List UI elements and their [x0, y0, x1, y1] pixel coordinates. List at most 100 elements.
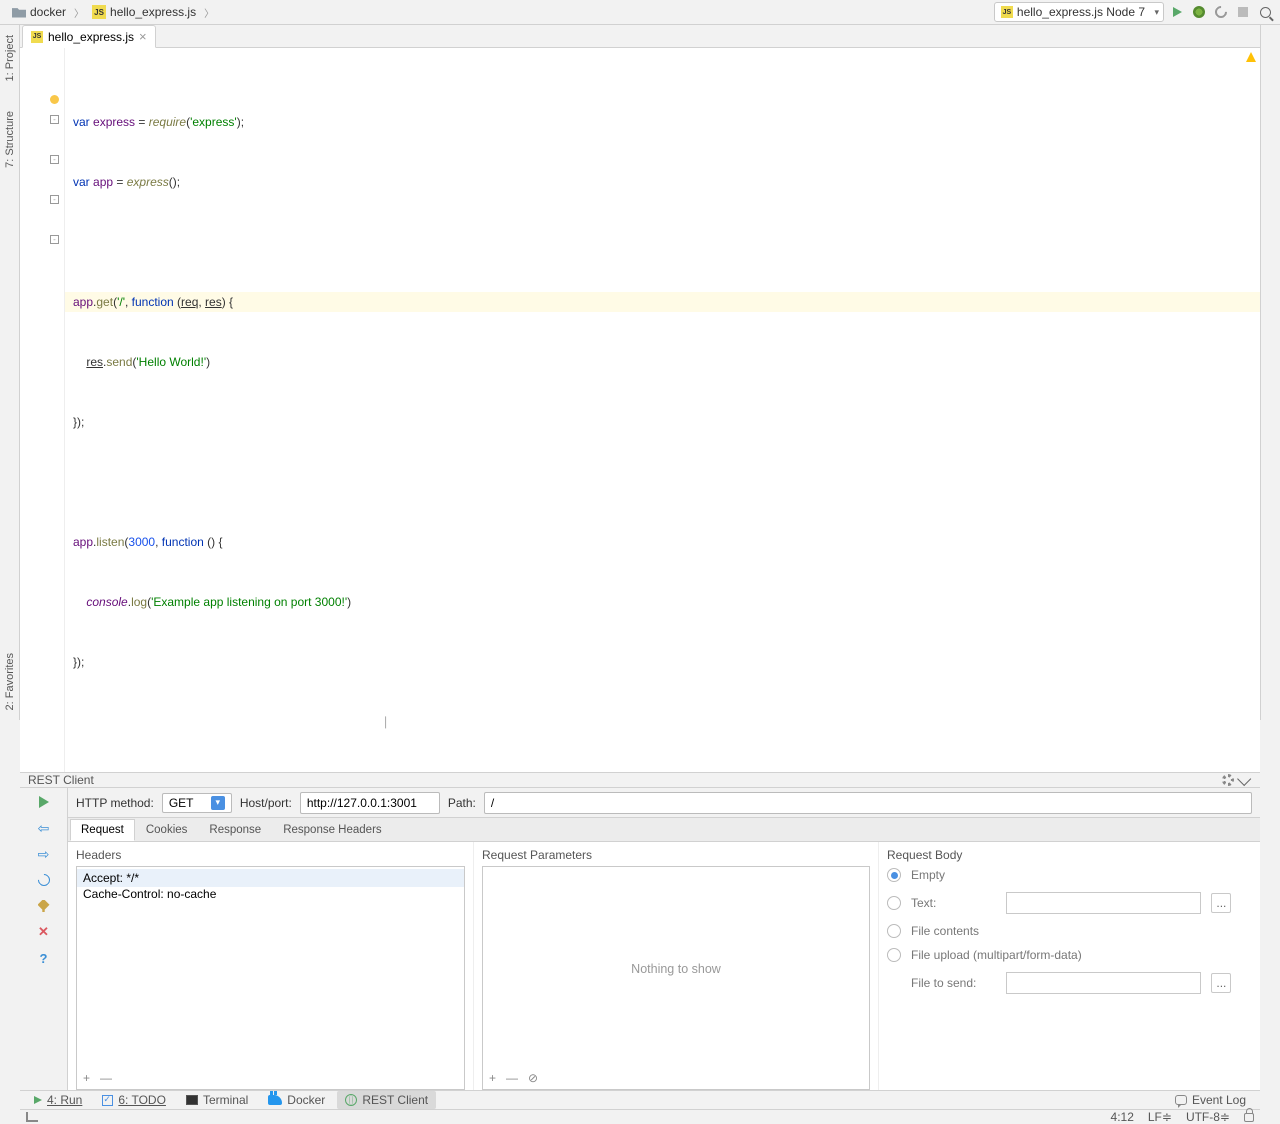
- gear-icon[interactable]: [1222, 774, 1234, 786]
- update-icon: [1213, 4, 1230, 21]
- close-button[interactable]: ✕: [36, 924, 52, 940]
- navigation-bar: docker 〉 JS hello_express.js 〉 JS hello_…: [0, 0, 1280, 25]
- breadcrumb-file[interactable]: JS hello_express.js: [86, 3, 202, 21]
- tool-project[interactable]: 1: Project: [4, 35, 16, 81]
- tab-request[interactable]: Request: [70, 819, 135, 841]
- tab-response[interactable]: Response: [198, 819, 272, 841]
- file-to-send-input[interactable]: [1006, 972, 1201, 994]
- header-row[interactable]: Cache-Control: no-cache: [83, 887, 458, 901]
- replay-icon: [35, 872, 52, 889]
- close-icon[interactable]: ×: [139, 29, 147, 44]
- body-options: Empty Text: ... File contents File uploa…: [887, 866, 1252, 994]
- center-column: JS hello_express.js × - - - - var expres…: [20, 25, 1260, 720]
- browse-button[interactable]: ...: [1211, 893, 1231, 913]
- add-param-button[interactable]: +: [489, 1071, 496, 1085]
- close-icon: ✕: [38, 924, 49, 940]
- header-row[interactable]: Accept: */*: [77, 869, 464, 887]
- tab-cookies[interactable]: Cookies: [135, 819, 199, 841]
- clear-params-button[interactable]: ⊘: [528, 1071, 538, 1085]
- todo-icon: [102, 1095, 113, 1106]
- globe-icon: [345, 1094, 357, 1106]
- code-area[interactable]: var express = require('express'); var ap…: [65, 48, 1260, 772]
- radio-icon: [887, 948, 901, 962]
- export-button[interactable]: ⇨: [36, 846, 52, 862]
- body-file-option[interactable]: File contents: [887, 924, 1252, 938]
- fold-icon[interactable]: -: [50, 235, 59, 244]
- chevron-down-icon: ▾: [211, 796, 225, 810]
- lock-icon[interactable]: [1244, 1113, 1254, 1122]
- search-icon: [1260, 7, 1271, 18]
- help-button[interactable]: ?: [36, 950, 52, 966]
- caret-position[interactable]: 4:12: [1111, 1110, 1134, 1124]
- params-column: Request Parameters Nothing to show + — ⊘: [473, 842, 878, 1090]
- file-encoding[interactable]: UTF-8≑: [1186, 1110, 1230, 1124]
- code-editor[interactable]: - - - - var express = require('express')…: [20, 48, 1260, 772]
- add-header-button[interactable]: +: [83, 1071, 90, 1085]
- terminal-icon: [186, 1095, 198, 1105]
- host-label: Host/port:: [240, 796, 292, 810]
- host-input[interactable]: [300, 792, 440, 814]
- tab-terminal[interactable]: Terminal: [178, 1091, 256, 1109]
- editor-tab[interactable]: JS hello_express.js ×: [22, 25, 156, 48]
- js-file-icon: JS: [92, 5, 106, 19]
- tool-structure[interactable]: 7: Structure: [4, 111, 16, 168]
- configure-button[interactable]: [36, 898, 52, 914]
- chat-icon: [1175, 1095, 1187, 1105]
- bug-icon: [1193, 6, 1205, 18]
- chevron-right-icon: 〉: [74, 5, 84, 20]
- method-value: GET: [169, 796, 194, 810]
- fold-icon[interactable]: -: [50, 115, 59, 124]
- play-icon: [1173, 7, 1182, 17]
- search-button[interactable]: [1256, 3, 1274, 21]
- intention-bulb-icon[interactable]: [50, 95, 59, 104]
- tab-event-log[interactable]: Event Log: [1167, 1091, 1254, 1109]
- windows-icon[interactable]: [26, 1112, 38, 1122]
- line-ending[interactable]: LF≑: [1148, 1110, 1172, 1124]
- body-upload-option[interactable]: File upload (multipart/form-data): [887, 948, 1252, 962]
- path-input[interactable]: [484, 792, 1252, 814]
- editor-gutter: - - - -: [20, 48, 65, 772]
- tab-todo[interactable]: 6: TODO: [94, 1091, 174, 1109]
- run-button[interactable]: [1168, 3, 1186, 21]
- tab-response-headers[interactable]: Response Headers: [272, 819, 392, 841]
- rest-columns: Headers Accept: */* Cache-Control: no-ca…: [68, 842, 1260, 1090]
- breadcrumb-folder[interactable]: docker: [6, 3, 72, 21]
- tool-favorites[interactable]: 2: Favorites: [4, 653, 16, 710]
- remove-param-button[interactable]: —: [506, 1071, 518, 1085]
- body-empty-option[interactable]: Empty: [887, 868, 1252, 882]
- replay-button[interactable]: [36, 872, 52, 888]
- body-text-option[interactable]: Text: ...: [887, 892, 1252, 914]
- rest-request-line: HTTP method: GET ▾ Host/port: Path:: [68, 788, 1260, 818]
- rest-main: HTTP method: GET ▾ Host/port: Path: Requ…: [68, 788, 1260, 1090]
- params-box[interactable]: Nothing to show + — ⊘: [482, 866, 870, 1090]
- run-configuration-select[interactable]: JS hello_express.js Node 7: [994, 2, 1164, 22]
- stop-icon: [1238, 7, 1248, 17]
- panel-title: REST Client: [28, 773, 94, 787]
- docker-icon: [268, 1095, 282, 1105]
- warning-icon[interactable]: [1246, 52, 1256, 62]
- remove-header-button[interactable]: —: [100, 1071, 112, 1085]
- tab-docker[interactable]: Docker: [260, 1091, 333, 1109]
- radio-icon: [887, 896, 901, 910]
- body-text-input[interactable]: [1006, 892, 1201, 914]
- submit-request-button[interactable]: [36, 794, 52, 810]
- tab-run[interactable]: 4: Run: [26, 1091, 90, 1109]
- debug-button[interactable]: [1190, 3, 1208, 21]
- hide-icon[interactable]: [1237, 772, 1251, 786]
- breadcrumb-file-label: hello_express.js: [110, 5, 196, 19]
- tab-rest-client[interactable]: REST Client: [337, 1091, 436, 1109]
- breadcrumb-folder-label: docker: [30, 5, 66, 19]
- arrow-right-icon: ⇨: [38, 846, 50, 863]
- body-column: Request Body Empty Text: ... File conten…: [878, 842, 1260, 1090]
- fold-icon[interactable]: -: [50, 195, 59, 204]
- update-button[interactable]: [1212, 3, 1230, 21]
- browse-button[interactable]: ...: [1211, 973, 1231, 993]
- method-label: HTTP method:: [76, 796, 154, 810]
- http-method-select[interactable]: GET ▾: [162, 793, 232, 813]
- history-back-button[interactable]: ⇦: [36, 820, 52, 836]
- headers-title: Headers: [76, 848, 465, 862]
- tab-label: hello_express.js: [48, 30, 134, 44]
- fold-icon[interactable]: -: [50, 155, 59, 164]
- play-icon: [39, 796, 49, 808]
- headers-box[interactable]: Accept: */* Cache-Control: no-cache + —: [76, 866, 465, 1090]
